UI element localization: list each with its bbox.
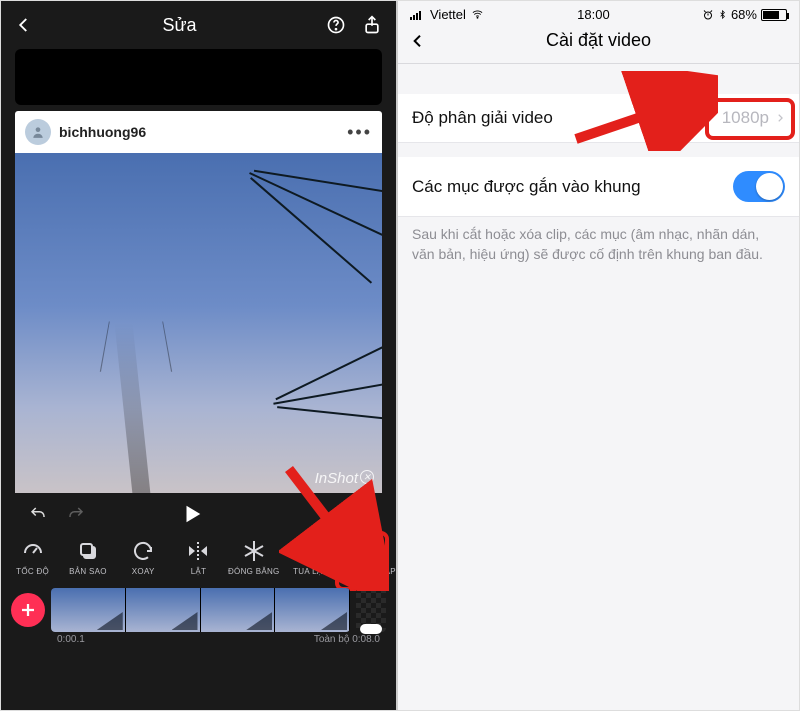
preview-card: bichhuong96 ••• InShot✕ bbox=[15, 111, 382, 493]
tool-settings[interactable]: CÁC THIẾT LẬP bbox=[339, 539, 389, 576]
watermark[interactable]: InShot✕ bbox=[315, 470, 374, 487]
settings-title: Cài đặt video bbox=[434, 30, 763, 51]
username: bichhuong96 bbox=[59, 124, 347, 140]
signal-icon bbox=[410, 10, 426, 20]
post-header: bichhuong96 ••• bbox=[15, 111, 382, 153]
tool-row: TỐC ĐỘ BẢN SAO XOAY LẬT ĐÓNG BĂNG TUA LẠ… bbox=[1, 533, 396, 584]
ad-banner[interactable] bbox=[15, 49, 382, 105]
tool-flip[interactable]: LẬT bbox=[173, 539, 223, 576]
snap-label: Các mục được gắn vào khung bbox=[412, 177, 733, 197]
carrier: Viettel bbox=[430, 7, 466, 22]
tool-rewind[interactable]: TUA LẠI bbox=[284, 539, 334, 576]
back-chevron-icon[interactable] bbox=[410, 31, 434, 51]
resolution-label: Độ phân giải video bbox=[412, 108, 722, 128]
playback-bar bbox=[1, 493, 396, 533]
editor-title: Sửa bbox=[162, 15, 196, 36]
settings-header: Cài đặt video bbox=[398, 24, 799, 64]
back-chevron-icon[interactable] bbox=[15, 16, 33, 34]
tool-freeze[interactable]: ĐÓNG BĂNG bbox=[229, 539, 279, 576]
bluetooth-icon bbox=[718, 8, 727, 21]
resolution-value: 1080p bbox=[722, 108, 769, 128]
settings-screen: Viettel 18:00 68% Cài đặt video Độ phân … bbox=[398, 1, 799, 710]
timeline: 0:00.1 Toàn bộ 0:08.0 bbox=[1, 584, 396, 651]
more-icon[interactable]: ••• bbox=[347, 122, 372, 143]
add-clip-button[interactable] bbox=[11, 593, 45, 627]
tool-speed[interactable]: TỐC ĐỘ bbox=[8, 539, 58, 576]
editor-screen: Sửa bichhuong96 ••• InShot✕ bbox=[1, 1, 398, 710]
share-icon[interactable] bbox=[362, 15, 382, 35]
alarm-icon bbox=[702, 9, 714, 21]
video-preview[interactable]: InShot✕ bbox=[15, 153, 382, 493]
tool-copy[interactable]: BẢN SAO bbox=[63, 539, 113, 576]
row-resolution[interactable]: Độ phân giải video 1080p bbox=[398, 94, 799, 143]
clip-strip[interactable] bbox=[51, 588, 350, 632]
timeline-footer: 0:00.1 Toàn bộ 0:08.0 bbox=[11, 632, 386, 645]
battery-icon bbox=[761, 9, 787, 21]
time-start: 0:00.1 bbox=[57, 634, 85, 645]
snap-description: Sau khi cắt hoặc xóa clip, các mục (âm n… bbox=[398, 217, 799, 264]
play-icon[interactable] bbox=[181, 503, 203, 525]
tool-rotate[interactable]: XOAY bbox=[118, 539, 168, 576]
undo-icon[interactable] bbox=[27, 505, 49, 523]
status-bar: Viettel 18:00 68% bbox=[398, 1, 799, 24]
wifi-icon bbox=[470, 9, 485, 20]
clip-end-handle[interactable] bbox=[356, 588, 386, 632]
chevron-right-icon bbox=[775, 111, 785, 125]
row-snap: Các mục được gắn vào khung bbox=[398, 157, 799, 217]
clock: 18:00 bbox=[577, 7, 610, 22]
battery-pct: 68% bbox=[731, 7, 757, 22]
avatar bbox=[25, 119, 51, 145]
snap-toggle[interactable] bbox=[733, 171, 785, 202]
redo-icon[interactable] bbox=[65, 505, 87, 523]
editor-header: Sửa bbox=[1, 1, 396, 49]
help-icon[interactable] bbox=[326, 15, 346, 35]
